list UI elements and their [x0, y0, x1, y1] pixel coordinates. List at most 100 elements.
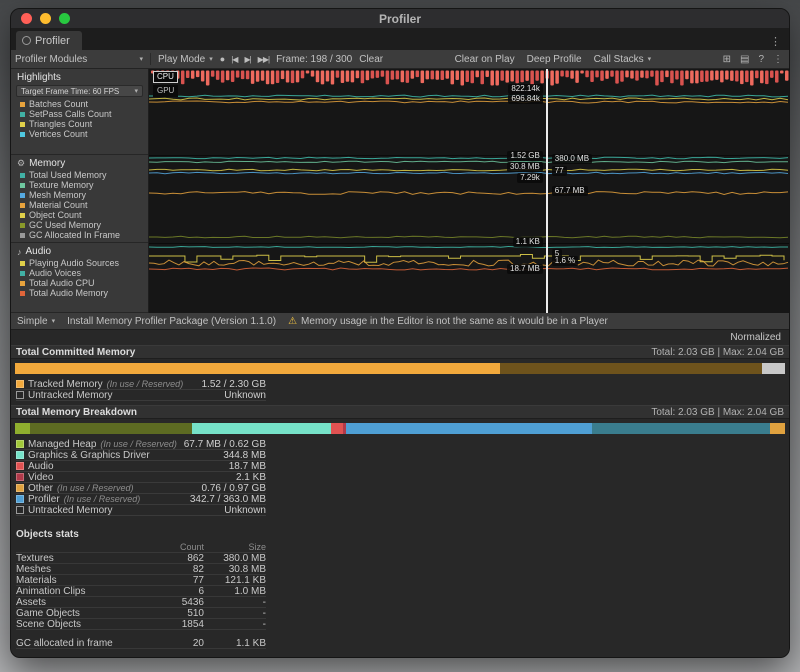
tab-profiler[interactable]: Profiler: [16, 31, 82, 50]
tab-menu-kebab-icon[interactable]: ⋮: [762, 35, 789, 50]
module-audio-header[interactable]: ♪ Audio: [11, 245, 148, 258]
editor-memory-warning: ⚠ Memory usage in the Editor is not the …: [288, 316, 608, 327]
module-highlights: Highlights Target Frame Time: 60 FPS ▾ B…: [11, 69, 148, 155]
window-titlebar[interactable]: Profiler: [11, 9, 789, 29]
legend-label: Audio: [28, 461, 54, 472]
table-row-game-objects: Game Objects 510 -: [16, 608, 266, 619]
legend-row-untracked: Untracked Memory Unknown: [16, 505, 266, 516]
clear-button[interactable]: Clear: [359, 54, 383, 65]
frame-playhead[interactable]: [546, 69, 548, 313]
committed-memory-bar[interactable]: [15, 363, 785, 374]
memory-module-icon: ⚙: [17, 158, 25, 169]
legend-item-texture-memory[interactable]: Texture Memory: [11, 180, 148, 190]
chart-value-callout: 77: [552, 166, 567, 176]
committed-memory-title: Total Committed Memory: [16, 347, 135, 358]
cpu-track-label[interactable]: CPU: [153, 71, 178, 83]
chart-value-callout: 7.29k: [517, 173, 543, 183]
legend-note: (In use / Reserved): [100, 439, 177, 449]
module-audio: ♪ Audio Playing Audio SourcesAudio Voice…: [11, 243, 148, 313]
legend-value: Unknown: [224, 505, 266, 516]
zoom-window-icon[interactable]: [59, 13, 70, 24]
normalized-toggle[interactable]: Normalized: [730, 332, 781, 344]
bar-segment: [15, 423, 30, 434]
legend-item-total-used-memory[interactable]: Total Used Memory: [11, 170, 148, 180]
table-row-meshes: Meshes 82 30.8 MB: [16, 564, 266, 575]
legend-item-mesh-memory[interactable]: Mesh Memory: [11, 190, 148, 200]
module-highlights-header[interactable]: Highlights: [11, 71, 148, 84]
legend-value: 2.1 KB: [236, 472, 266, 483]
target-frame-time-dropdown[interactable]: Target Frame Time: 60 FPS ▾: [16, 85, 143, 97]
legend-item-triangles-count[interactable]: Triangles Count: [11, 119, 148, 129]
next-frame-button[interactable]: ▶|: [244, 55, 250, 64]
kebab-menu-icon[interactable]: ⋮: [773, 54, 783, 65]
legend-item-vertices-count[interactable]: Vertices Count: [11, 129, 148, 139]
profiler-modules-dropdown[interactable]: Profiler Modules ▾: [15, 54, 143, 65]
module-memory-title: Memory: [29, 158, 65, 169]
chart-value-callout: 1.1 KB: [513, 237, 543, 247]
legend-item-playing-audio-sources[interactable]: Playing Audio Sources: [11, 258, 148, 268]
install-package-button[interactable]: Install Memory Profiler Package (Version…: [67, 316, 276, 327]
legend-item-label: GC Used Memory: [29, 220, 101, 230]
object-count: 6: [156, 586, 204, 597]
legend-value: Unknown: [224, 390, 266, 401]
legend-item-audio-voices[interactable]: Audio Voices: [11, 268, 148, 278]
minimize-window-icon[interactable]: [40, 13, 51, 24]
deep-profile-toggle[interactable]: Deep Profile: [527, 54, 582, 65]
module-memory: ⚙ Memory Total Used MemoryTexture Memory…: [11, 155, 148, 243]
legend-color-swatch: [20, 223, 25, 228]
chevron-down-icon: ▾: [648, 55, 652, 63]
clear-on-play-toggle[interactable]: Clear on Play: [455, 54, 515, 65]
module-memory-header[interactable]: ⚙ Memory: [11, 157, 148, 170]
module-audio-title: Audio: [26, 246, 52, 257]
record-icon[interactable]: ●: [220, 54, 224, 64]
play-mode-dropdown[interactable]: Play Mode ▾: [158, 54, 213, 65]
target-frame-time-label: Target Frame Time: 60 FPS: [21, 87, 119, 96]
legend-color-swatch: [20, 271, 25, 276]
call-stacks-label: Call Stacks: [594, 54, 644, 65]
traffic-lights: [11, 13, 70, 24]
bar-segment: [592, 423, 769, 434]
memory-breakdown-bar[interactable]: [15, 423, 785, 434]
manual-icon[interactable]: ▤: [740, 54, 749, 65]
call-stacks-dropdown[interactable]: Call Stacks ▾: [594, 54, 652, 65]
help-icon[interactable]: ?: [758, 54, 764, 65]
warning-icon: ⚠: [288, 316, 297, 327]
chevron-down-icon: ▾: [134, 87, 138, 95]
object-type: Assets: [16, 597, 156, 608]
pop-out-icon[interactable]: ⊞: [723, 54, 731, 65]
close-window-icon[interactable]: [21, 13, 32, 24]
chart-area[interactable]: CPU GPU 822.14k696.84k1.52 GB380.0 MB30.…: [149, 69, 789, 313]
bar-segment: [15, 363, 500, 374]
legend-item-total-audio-cpu[interactable]: Total Audio CPU: [11, 278, 148, 288]
legend-color-swatch: [16, 506, 24, 514]
legend-item-setpass-calls-count[interactable]: SetPass Calls Count: [11, 109, 148, 119]
legend-item-material-count[interactable]: Material Count: [11, 200, 148, 210]
bar-segment: [770, 423, 785, 434]
chart-value-callout: 67.7 MB: [552, 186, 588, 196]
first-frame-button[interactable]: |◀: [231, 55, 237, 64]
bar-segment: [346, 423, 592, 434]
profiler-modules-label: Profiler Modules: [15, 54, 87, 65]
legend-item-object-count[interactable]: Object Count: [11, 210, 148, 220]
legend-item-total-audio-memory[interactable]: Total Audio Memory: [11, 288, 148, 298]
legend-color-swatch: [16, 451, 24, 459]
legend-item-gc-allocated-in-frame[interactable]: GC Allocated In Frame: [11, 230, 148, 240]
view-mode-dropdown[interactable]: Simple ▾: [17, 316, 55, 327]
table-row-scene-objects: Scene Objects 1854 -: [16, 619, 266, 630]
object-count: 5436: [156, 597, 204, 608]
bar-segment: [500, 363, 762, 374]
legend-color-swatch: [20, 132, 25, 137]
chart-value-callout: 30.8 MB: [507, 162, 543, 172]
legend-row-other: Other (In use / Reserved) 0.76 / 0.97 GB: [16, 483, 266, 494]
current-frame-button[interactable]: ▶▶|: [258, 55, 269, 64]
gpu-track-label[interactable]: GPU: [153, 85, 178, 97]
legend-item-label: Texture Memory: [29, 180, 94, 190]
object-size: 380.0 MB: [204, 553, 266, 564]
count-column-header: Count: [156, 542, 204, 552]
bar-segment: [30, 423, 192, 434]
object-type: GC allocated in frame: [16, 638, 156, 649]
legend-item-batches-count[interactable]: Batches Count: [11, 99, 148, 109]
legend-row-graphics: Graphics & Graphics Driver 344.8 MB: [16, 450, 266, 461]
legend-item-gc-used-memory[interactable]: GC Used Memory: [11, 220, 148, 230]
object-size: -: [204, 608, 266, 619]
